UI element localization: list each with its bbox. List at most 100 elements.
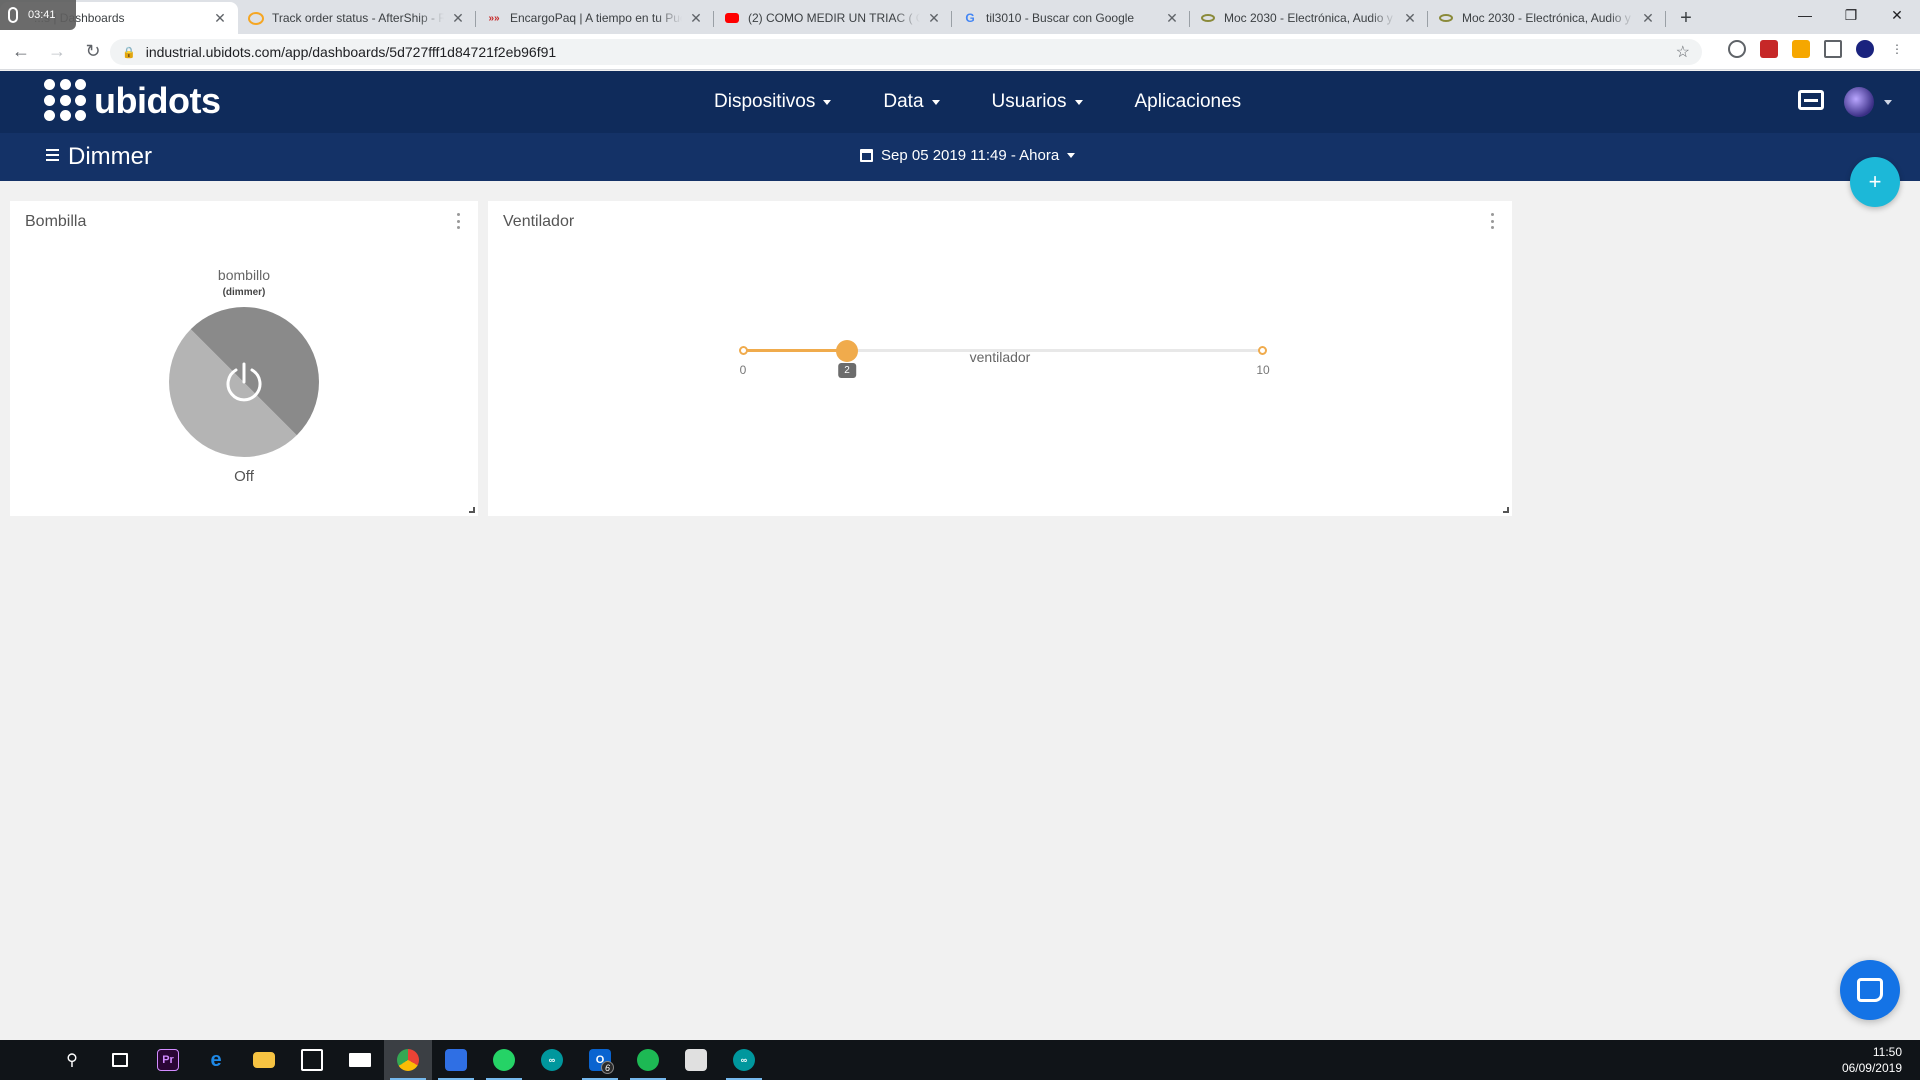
browser-tab-google[interactable]: G til3010 - Buscar con Google ✕: [952, 2, 1190, 34]
app-header: ubidots Dispositivos Data Usuarios Aplic…: [0, 71, 1920, 133]
taskbar-notepad[interactable]: [672, 1040, 720, 1080]
block-extension-icon[interactable]: [1728, 40, 1746, 58]
close-tab-icon[interactable]: ✕: [688, 10, 704, 26]
nav-usuarios[interactable]: Usuarios: [992, 91, 1083, 113]
close-tab-icon[interactable]: ✕: [1164, 10, 1180, 26]
logo-dots-icon: [44, 79, 88, 123]
browser-tab-encargopaq[interactable]: »» EncargoPaq | A tiempo en tu Pue ✕: [476, 2, 714, 34]
nav-label: Aplicaciones: [1134, 91, 1242, 112]
taskbar-premiere[interactable]: Pr: [144, 1040, 192, 1080]
main-nav: Dispositivos Data Usuarios Aplicaciones: [714, 71, 1241, 133]
browser-tab-aftership[interactable]: Track order status - AfterShip - R ✕: [238, 2, 476, 34]
whatsapp-icon: [493, 1049, 515, 1071]
widget-title: Bombilla: [25, 213, 87, 230]
caret-down-icon: [1074, 99, 1083, 105]
moc-icon: [1438, 10, 1454, 26]
chat-support-button[interactable]: [1840, 960, 1900, 1020]
nav-aplicaciones[interactable]: Aplicaciones: [1135, 91, 1242, 113]
taskbar-arduino-1[interactable]: ∞: [528, 1040, 576, 1080]
taskbar-explorer[interactable]: [240, 1040, 288, 1080]
resize-handle[interactable]: [469, 507, 475, 513]
start-button[interactable]: [0, 1040, 48, 1080]
add-widget-button[interactable]: +: [1850, 157, 1900, 207]
screen-recorder-overlay[interactable]: 03:41: [0, 0, 76, 30]
taskbar-outlook[interactable]: O 6: [576, 1040, 624, 1080]
windows-taskbar: ⚲ Pr e ∞ O 6 ∞ 11:50 06/09/2019: [0, 1040, 1920, 1080]
taskbar-edge[interactable]: e: [192, 1040, 240, 1080]
variable-name: bombillo: [217, 267, 271, 283]
widget-options-icon[interactable]: [1491, 213, 1495, 229]
chrome-menu-icon[interactable]: ⋮: [1888, 40, 1906, 58]
browser-tab-strip: ...s | Dashboards ✕ Track order status -…: [0, 0, 1920, 34]
task-view-button[interactable]: [96, 1040, 144, 1080]
back-arrow-icon[interactable]: ←: [6, 37, 36, 67]
notification-badge: 6: [601, 1061, 614, 1074]
caret-down-icon[interactable]: [1884, 100, 1892, 105]
taskbar-whatsapp[interactable]: [480, 1040, 528, 1080]
browser-tab-moc-2[interactable]: Moc 2030 - Electrónica, Audio y V ✕: [1428, 2, 1666, 34]
minimize-icon[interactable]: —: [1782, 0, 1828, 30]
moc-icon: [1200, 10, 1216, 26]
taskbar-cloud-app[interactable]: [432, 1040, 480, 1080]
address-bar[interactable]: 🔒 industrial.ubidots.com/app/dashboards/…: [110, 39, 1702, 65]
tab-title: (2) COMO MEDIR UN TRIAC ( CO: [748, 11, 920, 25]
restore-icon[interactable]: ❐: [1828, 0, 1874, 30]
close-tab-icon[interactable]: ✕: [450, 10, 466, 26]
nav-data[interactable]: Data: [883, 91, 940, 113]
bolt-extension-icon[interactable]: [1792, 40, 1810, 58]
close-tab-icon[interactable]: ✕: [1640, 10, 1656, 26]
taskbar-chrome[interactable]: [384, 1040, 432, 1080]
fan-speed-slider[interactable]: 0 10 2: [739, 340, 1270, 407]
reload-icon[interactable]: ↻: [78, 37, 108, 67]
new-tab-button[interactable]: +: [1670, 2, 1702, 34]
resize-handle[interactable]: [1503, 507, 1509, 513]
profile-avatar-icon[interactable]: [1856, 40, 1874, 58]
tab-title: Track order status - AfterShip - R: [272, 11, 444, 25]
browser-tab-youtube[interactable]: (2) COMO MEDIR UN TRIAC ( CO ✕: [714, 2, 952, 34]
notepad-icon: [685, 1049, 707, 1071]
taskbar-mail[interactable]: [336, 1040, 384, 1080]
widget-options-icon[interactable]: [457, 213, 461, 229]
close-tab-icon[interactable]: ✕: [926, 10, 942, 26]
widget-title: Ventilador: [503, 213, 575, 230]
calendar-icon: [860, 149, 873, 162]
close-tab-icon[interactable]: ✕: [212, 10, 228, 26]
system-clock[interactable]: 11:50 06/09/2019: [1842, 1044, 1902, 1076]
nav-dispositivos[interactable]: Dispositivos: [714, 91, 832, 113]
microphone-icon: [8, 7, 18, 23]
taskbar-store[interactable]: [288, 1040, 336, 1080]
close-window-icon[interactable]: ✕: [1874, 0, 1920, 30]
slider-thumb[interactable]: [836, 340, 858, 362]
search-taskbar-button[interactable]: ⚲: [48, 1040, 96, 1080]
slider-value-label: 2: [838, 363, 856, 378]
bookmark-star-icon[interactable]: ☆: [1676, 42, 1690, 62]
power-switch-button[interactable]: [169, 307, 319, 457]
taskbar-arduino-2[interactable]: ∞: [720, 1040, 768, 1080]
slider-min-dot: [739, 346, 748, 355]
nav-label: Data: [883, 91, 924, 112]
cast-extension-icon[interactable]: [1824, 40, 1842, 58]
nav-label: Dispositivos: [714, 91, 816, 112]
slider-max-label: 10: [1256, 363, 1270, 377]
window-controls: — ❐ ✕: [1782, 0, 1920, 30]
dashboard-title: Dimmer: [68, 143, 152, 170]
youtube-icon: [724, 10, 740, 26]
forward-arrow-icon[interactable]: →: [42, 37, 72, 67]
task-view-icon: [112, 1053, 128, 1067]
slider-fill: [743, 349, 847, 352]
clock-date: 06/09/2019: [1841, 1061, 1902, 1075]
browser-tab-moc-1[interactable]: Moc 2030 - Electrónica, Audio y V ✕: [1190, 2, 1428, 34]
user-avatar[interactable]: [1844, 87, 1874, 117]
aftership-icon: [248, 11, 264, 25]
tab-title: Moc 2030 - Electrónica, Audio y V: [1224, 11, 1396, 25]
inbox-icon[interactable]: [1798, 90, 1824, 110]
tab-title: Moc 2030 - Electrónica, Audio y V: [1462, 11, 1634, 25]
ubidots-logo[interactable]: ubidots: [44, 79, 221, 123]
taskbar-spotify[interactable]: [624, 1040, 672, 1080]
recorder-time: 03:41: [28, 9, 56, 21]
close-tab-icon[interactable]: ✕: [1402, 10, 1418, 26]
hamburger-menu-icon[interactable]: [46, 149, 59, 161]
date-range-picker[interactable]: Sep 05 2019 11:49 - Ahora: [860, 147, 1076, 164]
pdf-extension-icon[interactable]: [1760, 40, 1778, 58]
switch-state: Off: [234, 468, 254, 485]
